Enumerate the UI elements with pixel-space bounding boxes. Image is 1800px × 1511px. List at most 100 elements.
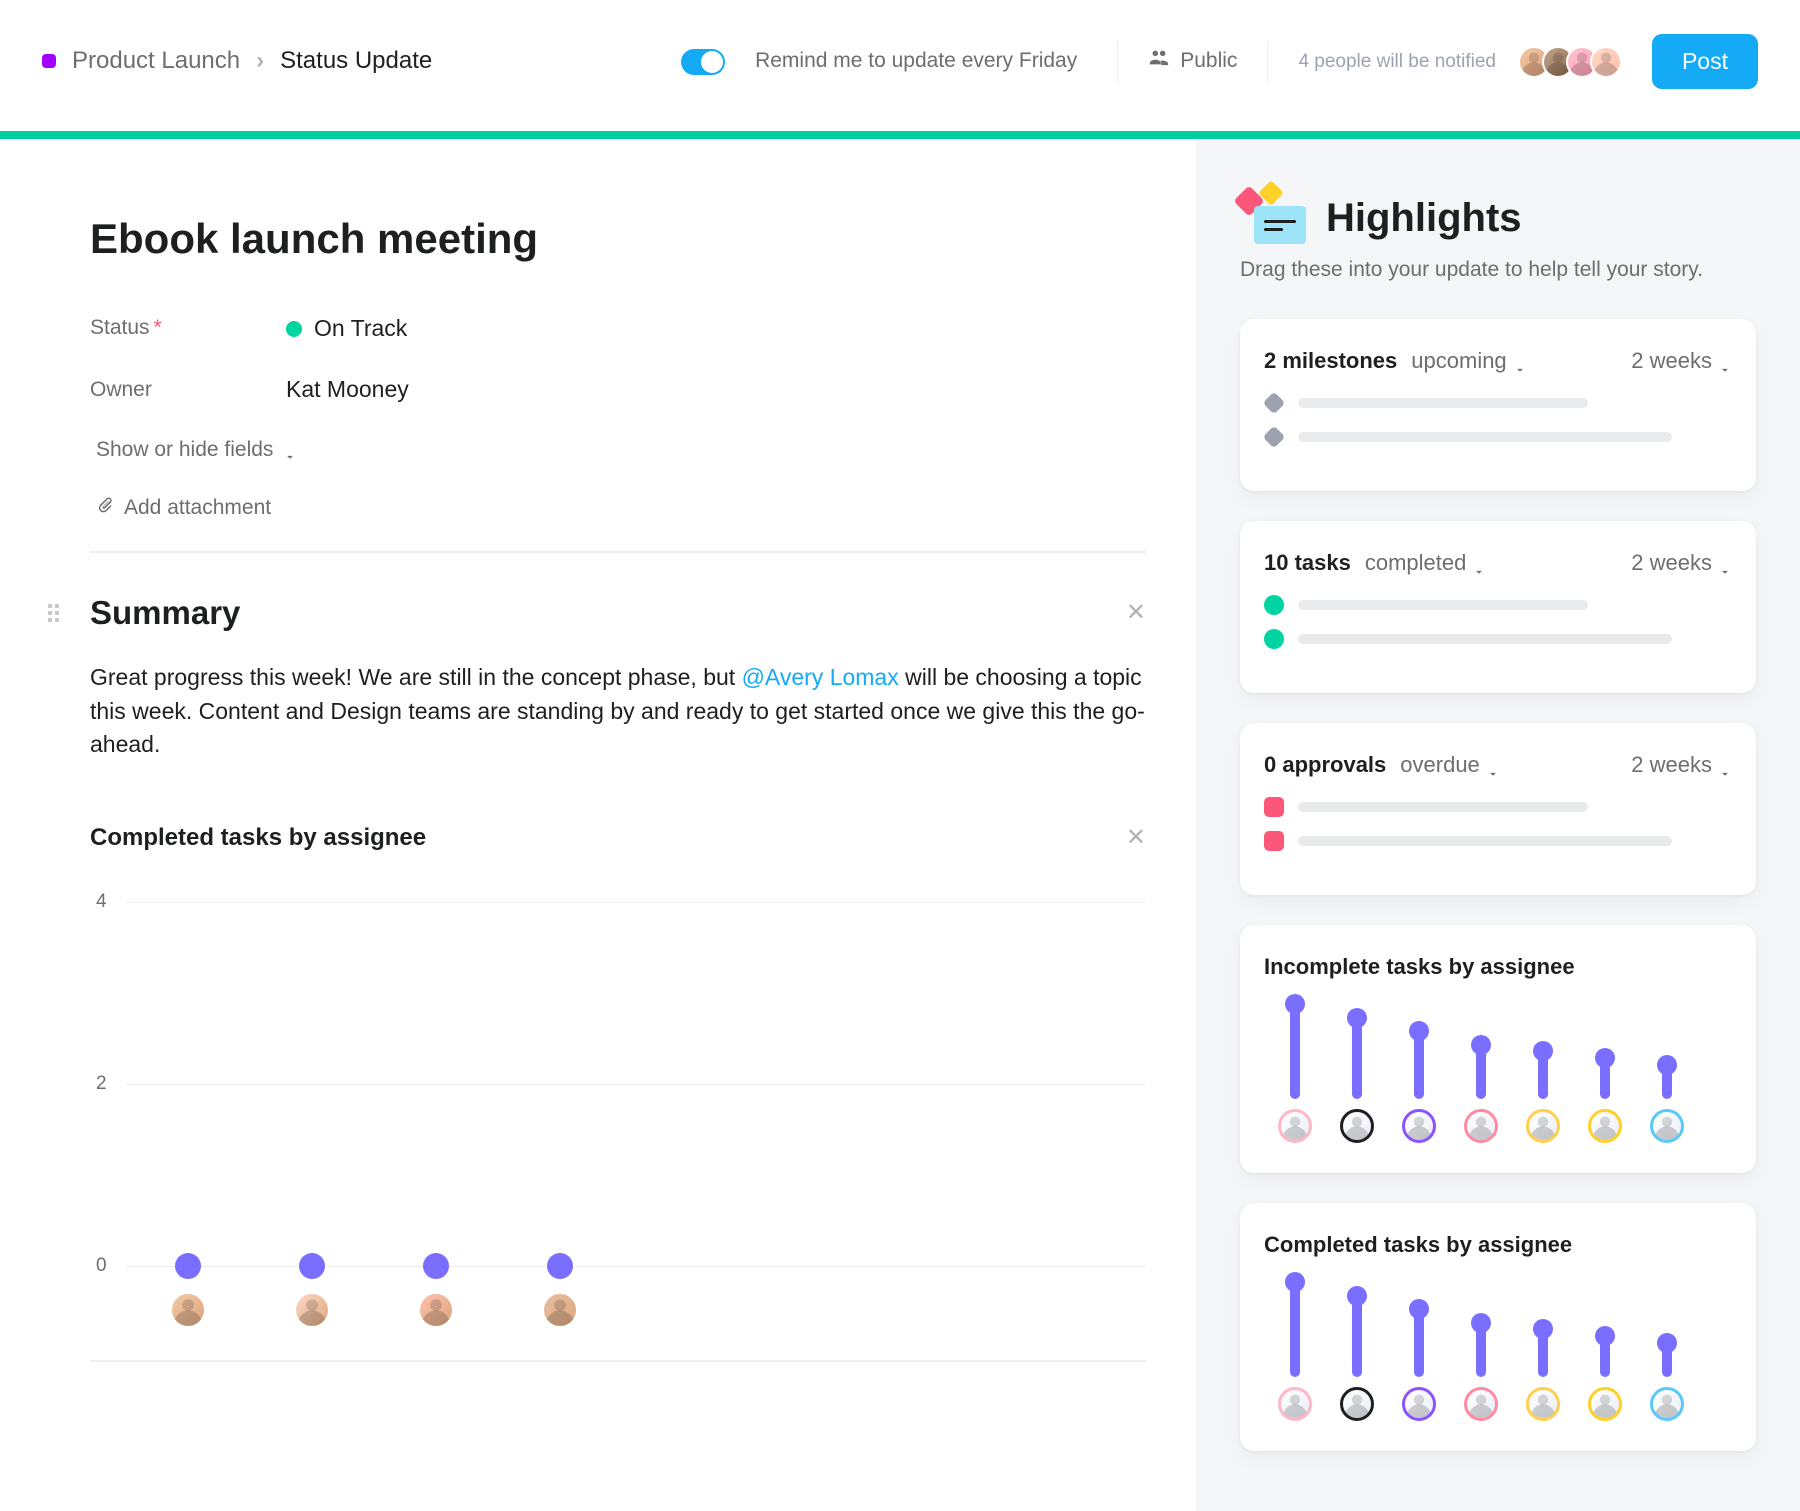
- highlight-card[interactable]: 2 milestones upcoming 2 weeks: [1240, 319, 1756, 491]
- chart-bar: [1526, 1041, 1560, 1143]
- chart-bar: [1464, 1313, 1498, 1421]
- highlight-card[interactable]: 10 taskscompleted 2 weeks: [1240, 521, 1756, 693]
- lollipop-dot-icon: [1595, 1048, 1615, 1068]
- highlight-item-row: [1264, 797, 1732, 817]
- topbar: Product Launch › Status Update Remind me…: [0, 0, 1800, 139]
- highlights-icon: [1240, 192, 1306, 244]
- highlights-panel: Highlights Drag these into your update t…: [1196, 139, 1800, 1511]
- chevron-down-icon: [283, 443, 297, 457]
- highlight-chart-card[interactable]: Incomplete tasks by assignee: [1240, 925, 1756, 1173]
- highlight-count: 2 milestones: [1264, 345, 1397, 377]
- remind-toggle[interactable]: [681, 49, 725, 75]
- mini-lollipop-chart: [1264, 1281, 1732, 1421]
- status-dot-icon: [286, 321, 302, 337]
- chart-bar: [1340, 1286, 1374, 1421]
- close-icon[interactable]: ✕: [1126, 596, 1146, 631]
- toggle-fields-button[interactable]: Show or hide fields: [96, 435, 1146, 465]
- privacy-button[interactable]: Public: [1148, 46, 1237, 77]
- highlights-heading: Highlights: [1326, 189, 1522, 247]
- breadcrumb-project[interactable]: Product Launch: [72, 44, 240, 79]
- chart-bar: [1588, 1048, 1622, 1143]
- breadcrumb-current: Status Update: [280, 44, 432, 79]
- square-icon: [1264, 797, 1284, 817]
- chevron-down-icon: [1718, 354, 1732, 368]
- diamond-icon: [1263, 426, 1286, 449]
- chart-section-header: Completed tasks by assignee ✕: [90, 821, 1146, 856]
- y-tick-label: 0: [96, 1252, 107, 1280]
- summary-heading: Summary: [90, 589, 1114, 637]
- lollipop-dot-icon: [1657, 1055, 1677, 1075]
- highlights-subtitle: Drag these into your update to help tell…: [1240, 255, 1756, 285]
- chevron-down-icon: [1486, 758, 1500, 772]
- avatar: [1590, 46, 1622, 78]
- chart-bar: [1464, 1035, 1498, 1143]
- close-icon[interactable]: ✕: [1126, 821, 1146, 856]
- circle-icon: [1264, 629, 1284, 649]
- highlight-kind-dropdown[interactable]: upcoming: [1411, 345, 1526, 377]
- summary-text[interactable]: Great progress this week! We are still i…: [90, 661, 1146, 761]
- add-attachment-button[interactable]: Add attachment: [96, 493, 1146, 523]
- avatar: [1402, 1387, 1436, 1421]
- chart-bar: [1402, 1021, 1436, 1143]
- avatar: [1464, 1387, 1498, 1421]
- mini-lollipop-chart: [1264, 1003, 1732, 1143]
- divider: [1117, 41, 1118, 83]
- highlight-range-dropdown[interactable]: 2 weeks: [1631, 345, 1732, 377]
- post-button[interactable]: Post: [1652, 34, 1758, 89]
- avatar: [1340, 1387, 1374, 1421]
- highlight-item-row: [1264, 393, 1732, 413]
- lollipop-dot-icon: [1471, 1035, 1491, 1055]
- avatar: [170, 1292, 206, 1328]
- status-field[interactable]: Status* On Track: [90, 312, 1146, 345]
- highlight-kind-dropdown[interactable]: overdue: [1400, 749, 1500, 781]
- highlight-item-row: [1264, 427, 1732, 447]
- avatar: [1340, 1109, 1374, 1143]
- chevron-down-icon: [1718, 758, 1732, 772]
- avatar: [418, 1292, 454, 1328]
- status-update-editor: Ebook launch meeting Status* On Track Ow…: [0, 139, 1196, 1511]
- chart-bar: [1402, 1299, 1436, 1421]
- status-value: On Track: [314, 312, 407, 345]
- circle-icon: [1264, 595, 1284, 615]
- chevron-down-icon: [1472, 556, 1486, 570]
- highlight-chart-card[interactable]: Completed tasks by assignee: [1240, 1203, 1756, 1451]
- owner-field[interactable]: Owner Kat Mooney: [90, 373, 1146, 406]
- notify-count: 4 people will be notified: [1298, 48, 1496, 76]
- project-color-dot: [42, 54, 56, 68]
- lollipop-dot-icon: [1595, 1326, 1615, 1346]
- avatar: [1650, 1109, 1684, 1143]
- highlight-range-dropdown[interactable]: 2 weeks: [1631, 749, 1732, 781]
- field-label: Status*: [90, 313, 286, 343]
- privacy-label: Public: [1180, 46, 1237, 76]
- lollipop-dot-icon: [175, 1253, 201, 1279]
- avatar: [1588, 1387, 1622, 1421]
- highlight-count: 0 approvals: [1264, 749, 1386, 781]
- chart-bar: [1278, 1272, 1312, 1421]
- lollipop-dot-icon: [1347, 1286, 1367, 1306]
- lollipop-dot-icon: [1347, 1008, 1367, 1028]
- chart-bar: [1650, 1055, 1684, 1143]
- highlight-kind-dropdown[interactable]: completed: [1365, 547, 1487, 579]
- remind-label: Remind me to update every Friday: [755, 46, 1077, 76]
- owner-value: Kat Mooney: [286, 373, 409, 406]
- highlight-range-dropdown[interactable]: 2 weeks: [1631, 547, 1732, 579]
- field-label: Owner: [90, 375, 286, 405]
- user-mention[interactable]: @Avery Lomax: [742, 664, 899, 690]
- notify-avatars[interactable]: [1526, 46, 1622, 78]
- lollipop-dot-icon: [299, 1253, 325, 1279]
- avatar: [1464, 1109, 1498, 1143]
- drag-handle-icon[interactable]: [48, 604, 66, 622]
- page-title[interactable]: Ebook launch meeting: [90, 209, 1146, 270]
- chart-bar: [1526, 1319, 1560, 1421]
- lollipop-dot-icon: [423, 1253, 449, 1279]
- lollipop-dot-icon: [1285, 1272, 1305, 1292]
- breadcrumb: Product Launch › Status Update: [42, 44, 432, 79]
- chart-bar: [1588, 1326, 1622, 1421]
- lollipop-dot-icon: [1409, 1021, 1429, 1041]
- y-tick-label: 2: [96, 1070, 107, 1098]
- lollipop-dot-icon: [1657, 1333, 1677, 1353]
- completed-tasks-chart: 024: [90, 902, 1146, 1342]
- avatar: [294, 1292, 330, 1328]
- highlight-card[interactable]: 0 approvals overdue 2 weeks: [1240, 723, 1756, 895]
- avatar: [1278, 1387, 1312, 1421]
